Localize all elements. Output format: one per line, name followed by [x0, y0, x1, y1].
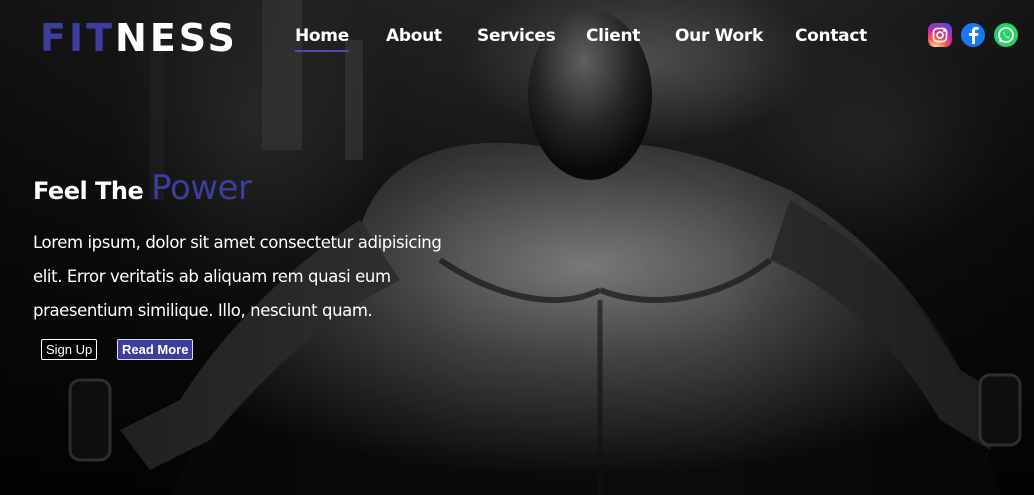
whatsapp-icon[interactable] [994, 23, 1018, 47]
nav-home[interactable]: Home [295, 26, 349, 52]
nav-client[interactable]: Client [586, 26, 640, 46]
logo-accent: FIT [40, 16, 116, 60]
headline-text: Feel The [33, 177, 152, 205]
social-links [928, 23, 1018, 47]
hero-headline: Feel The Power [33, 168, 252, 208]
site-logo[interactable]: FITNESS [40, 16, 238, 60]
nav-services[interactable]: Services [477, 26, 556, 46]
sign-up-button[interactable]: Sign Up [41, 339, 98, 360]
nav-about[interactable]: About [386, 26, 442, 46]
read-more-button[interactable]: Read More [117, 339, 194, 360]
facebook-icon[interactable] [961, 23, 985, 47]
nav-our-work[interactable]: Our Work [675, 26, 763, 46]
headline-accent: Power [151, 168, 252, 208]
instagram-icon[interactable] [928, 23, 952, 47]
logo-rest: NESS [115, 16, 238, 60]
hero-paragraph: Lorem ipsum, dolor sit amet consectetur … [33, 233, 442, 320]
nav-contact[interactable]: Contact [795, 26, 867, 46]
